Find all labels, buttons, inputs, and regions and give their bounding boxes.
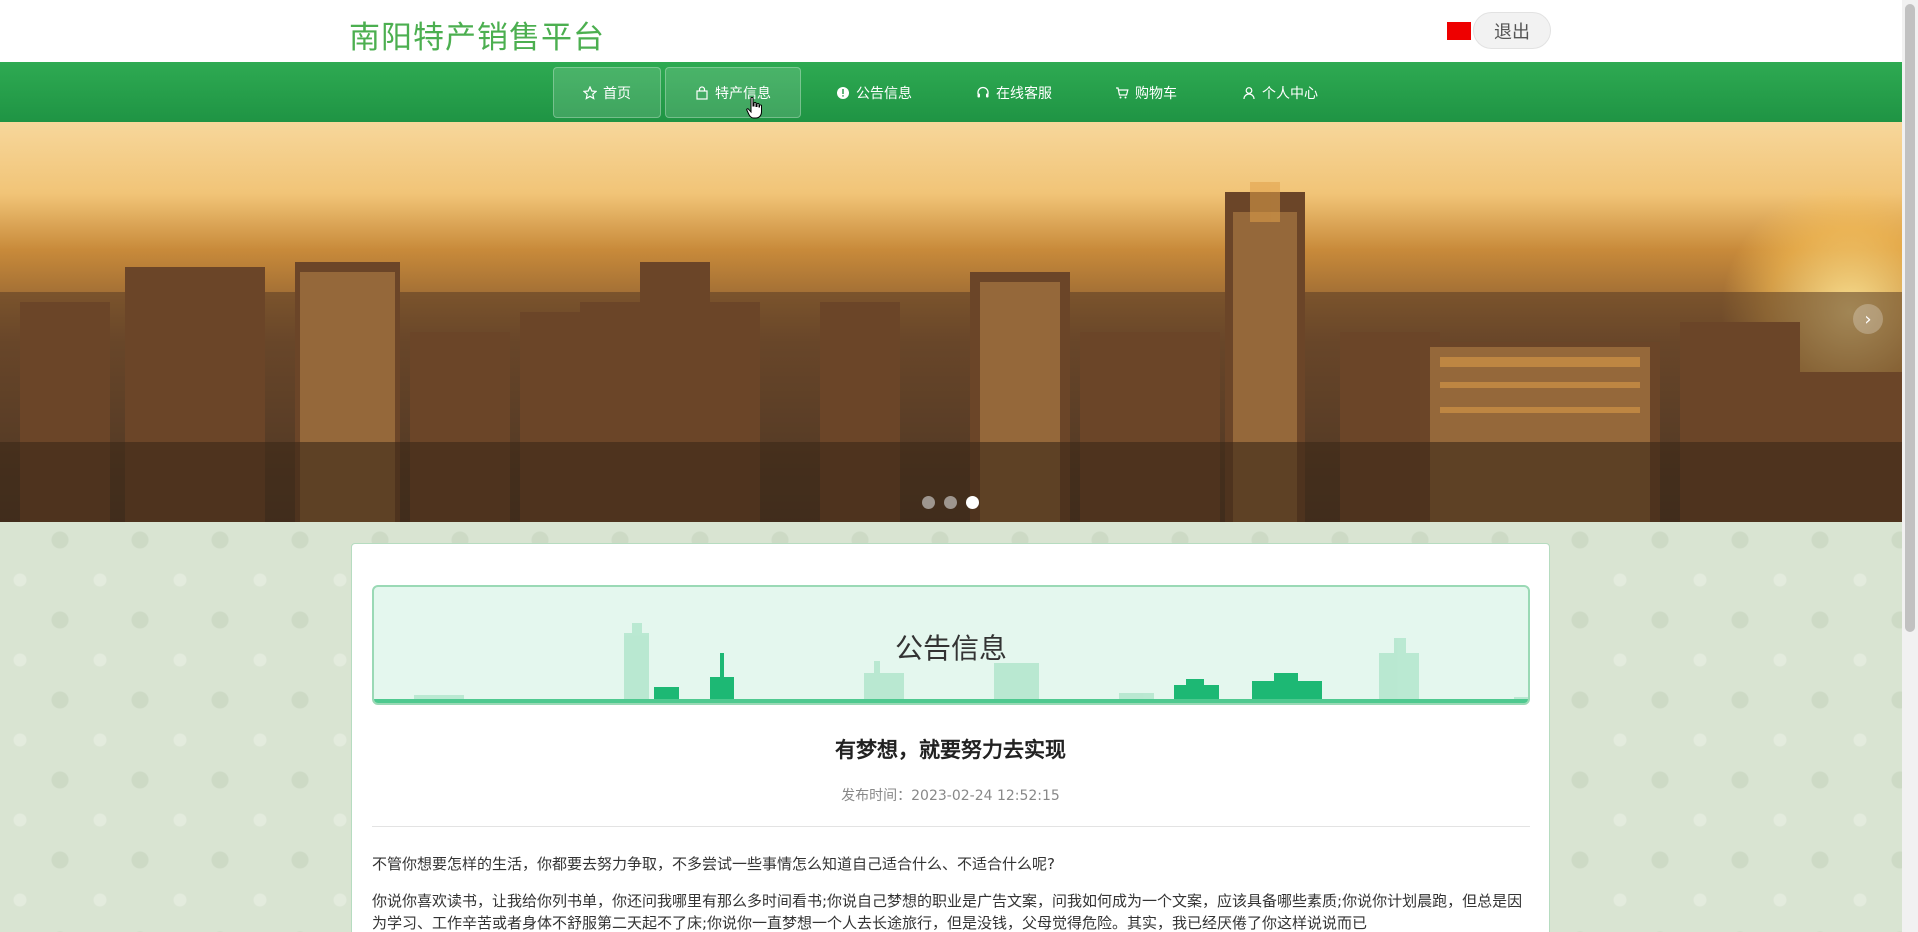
nav-item-products[interactable]: 特产信息 bbox=[665, 67, 801, 118]
hand-cursor-icon bbox=[746, 97, 762, 119]
article-paragraph: 你说你喜欢读书，让我给你列书单，你还问我哪里有那么多时间看书;你说自己梦想的职业… bbox=[372, 892, 1523, 932]
nav-label: 首页 bbox=[603, 85, 631, 102]
top-header: 南阳特产销售平台 退出 bbox=[0, 0, 1902, 62]
main-nav: 首页 特产信息 公告信息 在线客服 购物车 个人中心 bbox=[0, 62, 1902, 122]
hero-banner[interactable]: › bbox=[0, 122, 1902, 522]
logout-button[interactable]: 退出 bbox=[1473, 12, 1551, 49]
bag-icon bbox=[696, 85, 708, 100]
nav-item-support[interactable]: 在线客服 bbox=[960, 67, 1068, 118]
banner-next-arrow[interactable]: › bbox=[1853, 304, 1883, 334]
scrollbar-thumb[interactable] bbox=[1905, 4, 1915, 632]
article-paragraph: 不管你想要怎样的生活，你都要去努力争取，不多尝试一些事情怎么知道自己适合什么、不… bbox=[372, 855, 1055, 873]
nav-item-cart[interactable]: 购物车 bbox=[1100, 67, 1192, 118]
nav-label: 在线客服 bbox=[996, 85, 1052, 102]
section-header: 公告信息 bbox=[372, 585, 1530, 705]
page-scrollbar[interactable] bbox=[1902, 0, 1918, 932]
nav-label: 个人中心 bbox=[1262, 85, 1318, 102]
nav-item-notices[interactable]: 公告信息 bbox=[820, 67, 928, 118]
notice-detail-card: 公告信息 有梦想，就要努力去实现 发布时间：2023-02-24 12:52:1… bbox=[351, 543, 1550, 932]
flag-icon bbox=[1447, 22, 1471, 40]
nav-item-home[interactable]: 首页 bbox=[553, 67, 661, 118]
info-icon bbox=[837, 86, 849, 99]
star-icon bbox=[583, 85, 597, 100]
divider bbox=[372, 826, 1530, 827]
headset-icon bbox=[977, 86, 989, 97]
city-skyline-image bbox=[0, 182, 1902, 522]
nav-label: 公告信息 bbox=[856, 85, 912, 102]
publish-time: 发布时间：2023-02-24 12:52:15 bbox=[352, 785, 1549, 805]
banner-dot[interactable] bbox=[922, 496, 935, 509]
nav-label: 购物车 bbox=[1135, 85, 1177, 102]
publish-value: 2023-02-24 12:52:15 bbox=[911, 788, 1060, 804]
banner-dot[interactable] bbox=[944, 496, 957, 509]
banner-pagination bbox=[922, 496, 979, 509]
nav-label: 特产信息 bbox=[715, 85, 771, 102]
banner-dot-active[interactable] bbox=[966, 496, 979, 509]
section-title: 公告信息 bbox=[894, 632, 1007, 665]
nav-item-profile[interactable]: 个人中心 bbox=[1226, 67, 1334, 118]
site-title[interactable]: 南阳特产销售平台 bbox=[349, 12, 605, 57]
publish-label: 发布时间： bbox=[841, 788, 912, 804]
cart-icon bbox=[1116, 86, 1129, 98]
user-icon bbox=[1243, 86, 1255, 99]
article-title: 有梦想，就要努力去实现 bbox=[835, 738, 1066, 762]
